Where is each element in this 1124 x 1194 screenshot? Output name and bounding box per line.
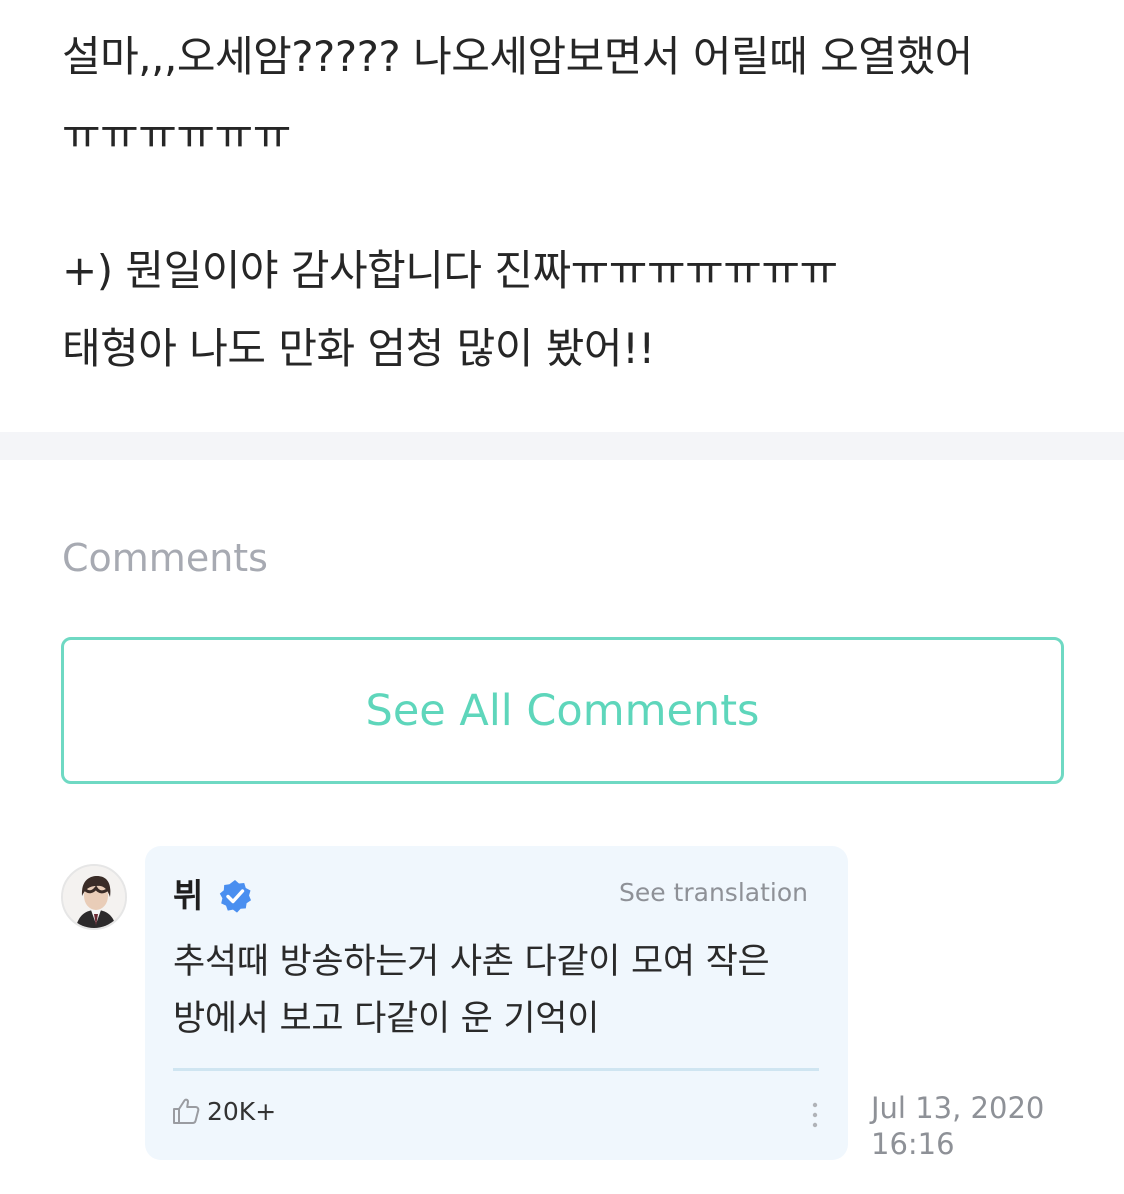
comment-author[interactable]: 뷔 (173, 874, 203, 918)
post-line: 태형아 나도 만화 엄청 많이 봤어!! (62, 324, 655, 373)
comment-text: 추석때 방송하는거 사촌 다같이 모여 작은 방에서 보고 다같이 운 기억이 (173, 934, 823, 1048)
avatar-portrait-icon (63, 866, 125, 928)
avatar[interactable] (61, 864, 127, 930)
more-vertical-icon[interactable] (807, 1100, 823, 1130)
verified-badge-icon (219, 880, 251, 913)
post-page: 설마,,,오세암????? 나오세암보면서 어릴때 오열했어 ㅠㅠㅠㅠㅠㅠ +)… (0, 0, 1124, 1194)
comment-timestamp: Jul 13, 2020 16:16 (871, 1090, 1044, 1162)
post-body: 설마,,,오세암????? 나오세암보면서 어릴때 오열했어 ㅠㅠㅠㅠㅠㅠ +)… (62, 28, 1062, 378)
like-count: 20K+ (207, 1097, 277, 1126)
card-divider (173, 1068, 819, 1071)
thumbs-up-icon[interactable] (171, 1096, 201, 1126)
comment-text-line: 추석때 방송하는거 사촌 다같이 모여 작은 (173, 942, 770, 982)
comment-time: 16:16 (871, 1127, 955, 1161)
see-all-comments-button[interactable]: See All Comments (61, 637, 1064, 784)
post-line: 설마,,,오세암????? 나오세암보면서 어릴때 오열했어 (62, 32, 973, 81)
comment-text-line: 방에서 보고 다같이 운 기억이 (173, 999, 600, 1039)
post-line: ㅠㅠㅠㅠㅠㅠ (62, 110, 291, 159)
post-line: +) 뭔일이야 감사합니다 진짜ㅠㅠㅠㅠㅠㅠㅠ (62, 246, 838, 295)
comment-card: 뷔 See translation 추석때 방송하는거 사촌 다같이 모여 작은… (145, 846, 848, 1160)
see-translation-link[interactable]: See translation (619, 876, 808, 910)
comment-date: Jul 13, 2020 (871, 1091, 1045, 1125)
section-divider (0, 432, 1124, 460)
comments-heading: Comments (62, 536, 268, 580)
